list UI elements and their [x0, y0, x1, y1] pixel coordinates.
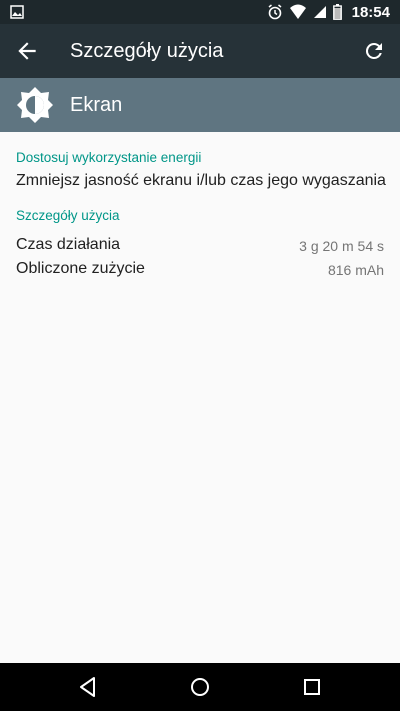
app-bar: Szczegóły użycia	[0, 24, 400, 78]
home-circle-icon[interactable]	[188, 675, 212, 699]
signal-icon	[313, 6, 326, 18]
status-bar: 18:54	[0, 0, 400, 24]
app-name: Ekran	[70, 94, 123, 116]
navigation-bar	[0, 663, 400, 711]
refresh-icon[interactable]	[362, 39, 386, 63]
alarm-icon	[268, 4, 282, 20]
battery-icon	[332, 4, 342, 20]
clock-time: 18:54	[351, 3, 390, 21]
brightness-icon	[17, 87, 53, 123]
section-header-details: Szczegóły użycia	[16, 208, 120, 223]
status-icons: 18:54	[267, 0, 390, 24]
detail-value: 3 g 20 m 54 s	[299, 238, 384, 254]
energy-suggestion-item[interactable]: Zmniejsz jasność ekranu i/lub czas jego …	[16, 172, 386, 190]
recents-square-icon[interactable]	[300, 675, 324, 699]
wifi-icon	[289, 4, 306, 19]
section-header-energy: Dostosuj wykorzystanie energii	[16, 150, 202, 165]
detail-label: Czas działania	[16, 236, 121, 253]
detail-value: 816 mAh	[327, 262, 384, 278]
back-triangle-icon[interactable]	[76, 675, 100, 699]
page-title: Szczegóły użycia	[70, 40, 224, 62]
arrow-back-icon[interactable]	[14, 38, 40, 64]
detail-label: Obliczone zużycie	[16, 260, 145, 277]
app-header: Ekran	[0, 78, 400, 132]
image-notification-icon	[10, 5, 24, 19]
